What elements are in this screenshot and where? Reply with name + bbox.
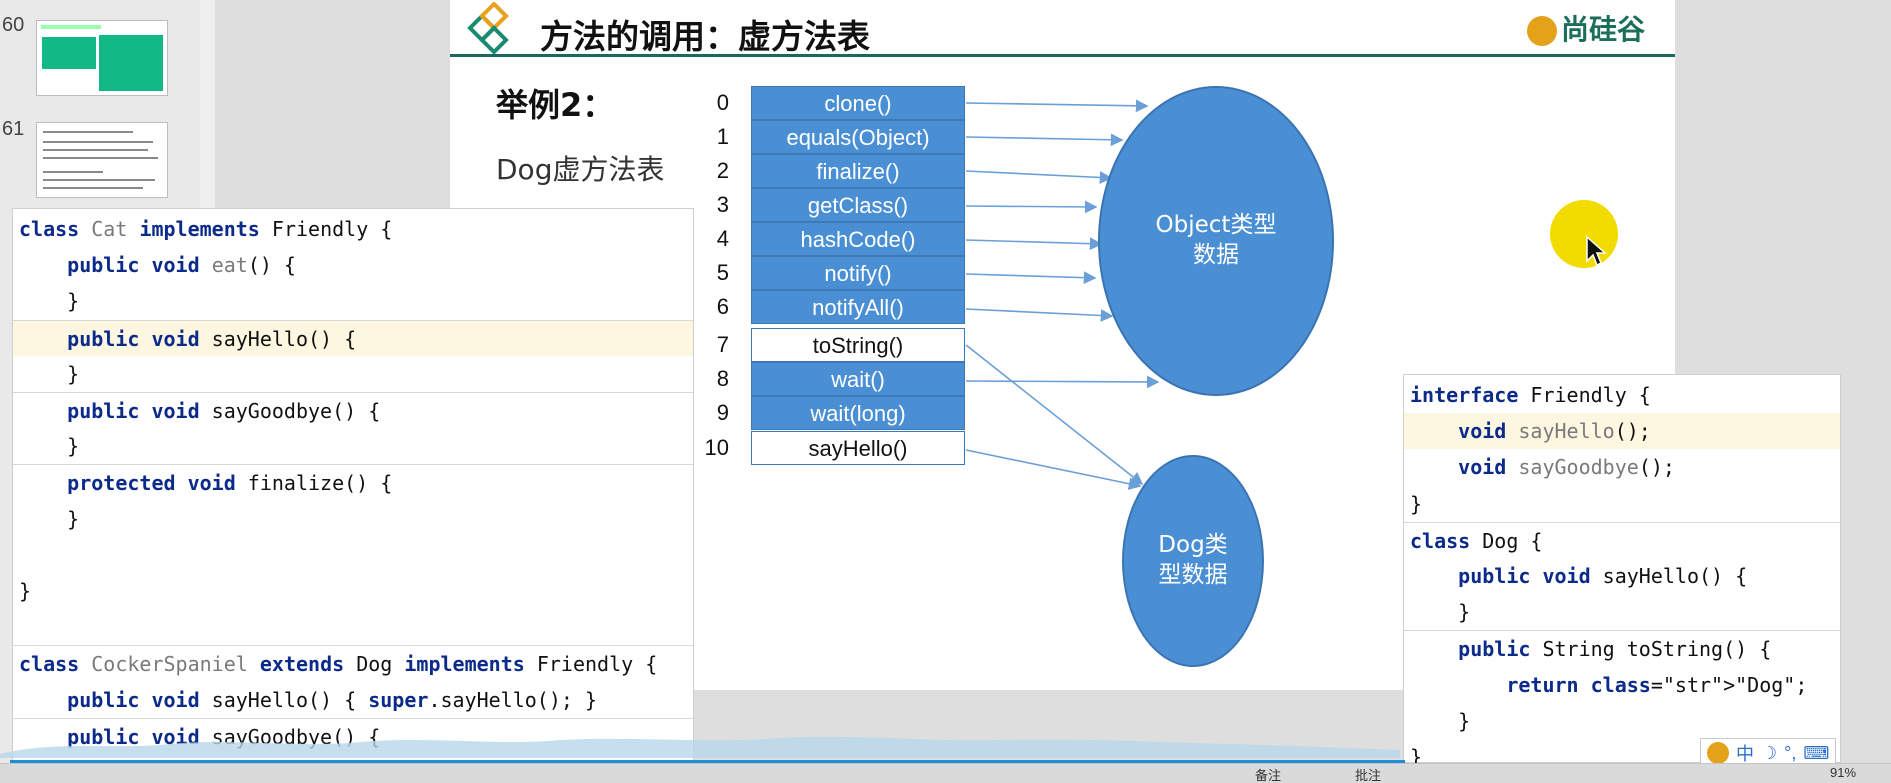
vtable-entry: sayHello() — [751, 431, 965, 465]
zoom-level[interactable]: 91% — [1830, 765, 1856, 780]
thumbnail-number: 61 — [2, 118, 25, 140]
code-line[interactable]: class CockerSpaniel extends Dog implemen… — [13, 645, 693, 681]
code-line[interactable]: public void eat() { — [13, 247, 693, 283]
code-line[interactable]: public void sayGoodbye() { — [13, 392, 693, 428]
code-line[interactable]: public String toString() { — [1404, 630, 1840, 666]
cat-class-code-editor[interactable]: class Cat implements Friendly { public v… — [12, 208, 694, 763]
vtable-index: 5 — [716, 260, 729, 285]
thumbnail-number: 60 — [2, 14, 25, 36]
vtable-index: 6 — [716, 294, 729, 319]
code-line[interactable] — [13, 609, 693, 645]
notes-button[interactable]: 备注 — [1255, 765, 1281, 783]
vtable-index: 10 — [704, 435, 729, 460]
code-line[interactable]: return class="str">"Dog"; — [1404, 667, 1840, 703]
screen: 60 61 方法的调用：虚方法表 尚硅谷 举例2： Dog虚方法表 clone(… — [0, 0, 1891, 783]
code-line[interactable]: } — [13, 283, 693, 319]
code-line[interactable]: public void sayHello() { — [1404, 558, 1840, 594]
ime-logo-icon — [1707, 742, 1729, 764]
vtable-entry: finalize() — [751, 154, 965, 188]
vtable-index: 7 — [716, 332, 729, 357]
slide-thumbnail[interactable] — [36, 20, 168, 96]
code-line[interactable]: public void sayHello() { super.sayHello(… — [13, 682, 693, 718]
vtable-entry: notifyAll() — [751, 290, 965, 324]
vtable-entry: getClass() — [751, 188, 965, 222]
code-line[interactable]: interface Friendly { — [1404, 377, 1840, 413]
vtable-index: 2 — [716, 158, 729, 183]
vtable-index: 9 — [716, 400, 729, 425]
vtable-index: 4 — [716, 226, 729, 251]
keyboard-icon[interactable]: ⌨ — [1803, 743, 1829, 764]
vtable-index: 1 — [716, 124, 729, 149]
code-line[interactable]: void sayHello(); — [1404, 413, 1840, 450]
cursor-highlight — [1550, 200, 1618, 268]
status-bar: 备注 批注 91% — [0, 763, 1891, 783]
code-line[interactable]: class Cat implements Friendly { — [13, 211, 693, 247]
code-line[interactable]: class Dog { — [1404, 521, 1840, 558]
object-oval-label: Object类型 数据 — [1155, 212, 1277, 268]
mouse-pointer-icon — [1586, 235, 1607, 267]
code-line[interactable]: } — [1404, 594, 1840, 630]
code-line[interactable]: } — [13, 356, 693, 392]
moon-icon[interactable]: ☽ — [1761, 743, 1777, 764]
code-line[interactable] — [13, 537, 693, 573]
dog-type-data-oval: Dog类 型数据 — [1122, 455, 1264, 667]
vtable-entry: clone() — [751, 86, 965, 120]
code-line[interactable]: public void sayHello() { — [13, 319, 693, 356]
code-line[interactable]: protected void finalize() { — [13, 464, 693, 500]
vtable-entry: equals(Object) — [751, 120, 965, 154]
comments-button[interactable]: 批注 — [1355, 765, 1381, 783]
slide-thumbnail[interactable] — [36, 122, 168, 198]
code-line[interactable]: } — [13, 573, 693, 609]
code-line[interactable]: void sayGoodbye(); — [1404, 449, 1840, 485]
vtable-entry: hashCode() — [751, 222, 965, 256]
code-line[interactable]: } — [1404, 486, 1840, 522]
vtable-index: 8 — [716, 366, 729, 391]
vtable-entry: wait(long) — [751, 396, 965, 430]
dog-oval-label: Dog类 型数据 — [1158, 532, 1228, 588]
code-line[interactable]: } — [1404, 703, 1840, 739]
code-line[interactable]: } — [13, 501, 693, 537]
vtable-entry: notify() — [751, 256, 965, 290]
code-line[interactable]: } — [13, 428, 693, 464]
friendly-dog-code-editor[interactable]: interface Friendly { void sayHello(); vo… — [1403, 374, 1841, 769]
vtable-index: 3 — [716, 192, 729, 217]
vtable-index: 0 — [716, 90, 729, 115]
vtable-entry: toString() — [751, 328, 965, 362]
vtable-entry: wait() — [751, 362, 965, 396]
audio-waveform — [0, 736, 1400, 758]
object-type-data-oval: Object类型 数据 — [1098, 86, 1334, 396]
punctuation-icon[interactable]: °, — [1784, 743, 1796, 764]
